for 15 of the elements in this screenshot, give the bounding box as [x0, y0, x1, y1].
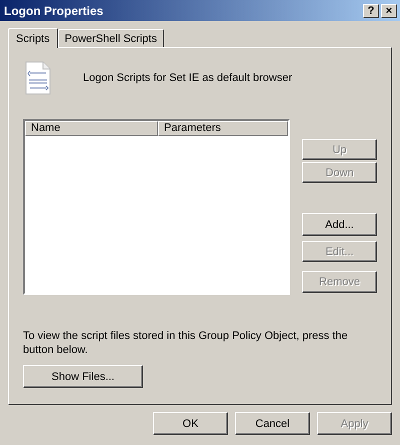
help-button[interactable]: ? — [363, 4, 379, 18]
scripts-list[interactable]: Name Parameters — [23, 119, 290, 295]
show-files-button[interactable]: Show Files... — [23, 365, 143, 388]
column-header[interactable]: Parameters — [158, 121, 288, 136]
dialog-button[interactable]: Cancel — [235, 412, 310, 435]
tab[interactable]: PowerShell Scripts — [58, 29, 164, 47]
action-button[interactable]: Add... — [302, 213, 377, 236]
info-text: To view the script files stored in this Group Policy Object, press the button below. — [23, 329, 349, 357]
tab[interactable]: Scripts — [8, 28, 58, 48]
dialog-button[interactable]: OK — [153, 412, 228, 435]
column-header[interactable]: Name — [25, 121, 158, 136]
close-button[interactable]: × — [381, 4, 397, 18]
window-title: Logon Properties — [4, 4, 104, 18]
script-file-icon — [25, 61, 51, 95]
script-heading: Logon Scripts for Set IE as default browser — [83, 72, 292, 84]
